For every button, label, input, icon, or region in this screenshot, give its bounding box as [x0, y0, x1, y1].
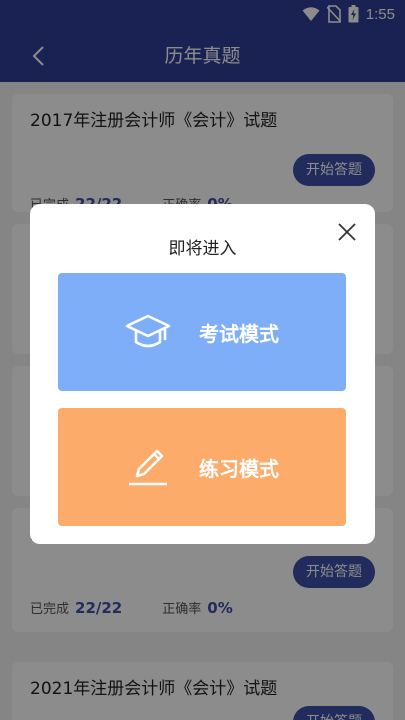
mode-select-dialog: 即将进入 考试模式 练习模式 — [30, 204, 375, 544]
close-button[interactable] — [335, 220, 359, 244]
close-icon — [338, 223, 356, 241]
practice-mode-button[interactable]: 练习模式 — [58, 408, 346, 526]
pencil-icon — [129, 449, 167, 486]
exam-mode-button[interactable]: 考试模式 — [58, 273, 346, 391]
dialog-title: 即将进入 — [168, 239, 237, 259]
graduation-cap-icon — [125, 314, 171, 348]
practice-mode-label: 练习模式 — [199, 456, 279, 481]
exam-mode-label: 考试模式 — [199, 321, 279, 346]
